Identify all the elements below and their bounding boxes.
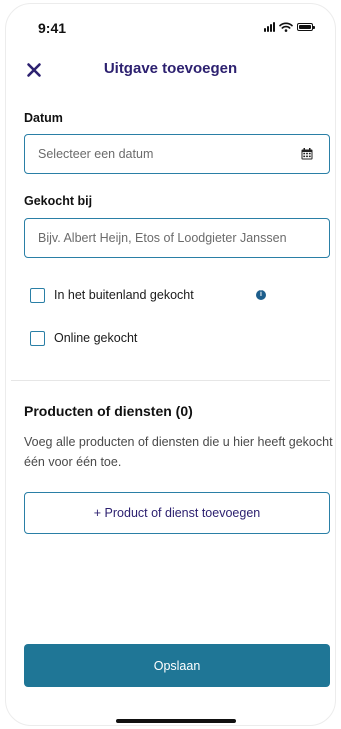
status-icons [264,22,315,32]
calendar-icon[interactable] [301,148,313,160]
purchased-at-label: Gekocht bij [24,194,93,208]
add-product-button[interactable]: + Product of dienst toevoegen [24,492,330,534]
date-input[interactable] [24,134,330,174]
purchased-at-input[interactable] [24,218,330,258]
online-checkbox[interactable] [30,330,45,346]
abroad-checkbox-label: In het buitenland gekocht [54,288,194,302]
navigation-bar: Uitgave toevoegen [0,55,341,85]
products-title: Producten of diensten (0) [24,403,193,419]
battery-icon [297,23,315,31]
save-button[interactable]: Opslaan [24,644,330,687]
abroad-checkbox-row[interactable]: In het buitenland gekocht [30,286,194,304]
home-indicator [116,719,236,723]
phone-screen: 9:41 Uitgave toevoegen Datum Selecteer e… [0,0,341,729]
page-title: Uitgave toevoegen [103,60,238,77]
info-icon[interactable]: i [256,290,266,300]
online-checkbox-row[interactable]: Online gekocht [30,329,137,347]
section-divider [11,380,330,381]
wifi-icon [279,22,293,32]
status-time: 9:41 [38,20,67,36]
abroad-checkbox[interactable] [30,287,45,303]
signal-icon [264,22,275,32]
online-checkbox-label: Online gekocht [54,331,138,345]
date-label: Datum [24,111,63,125]
products-description: Voeg alle producten of diensten die u hi… [24,435,333,469]
status-bar: 9:41 [0,18,341,40]
